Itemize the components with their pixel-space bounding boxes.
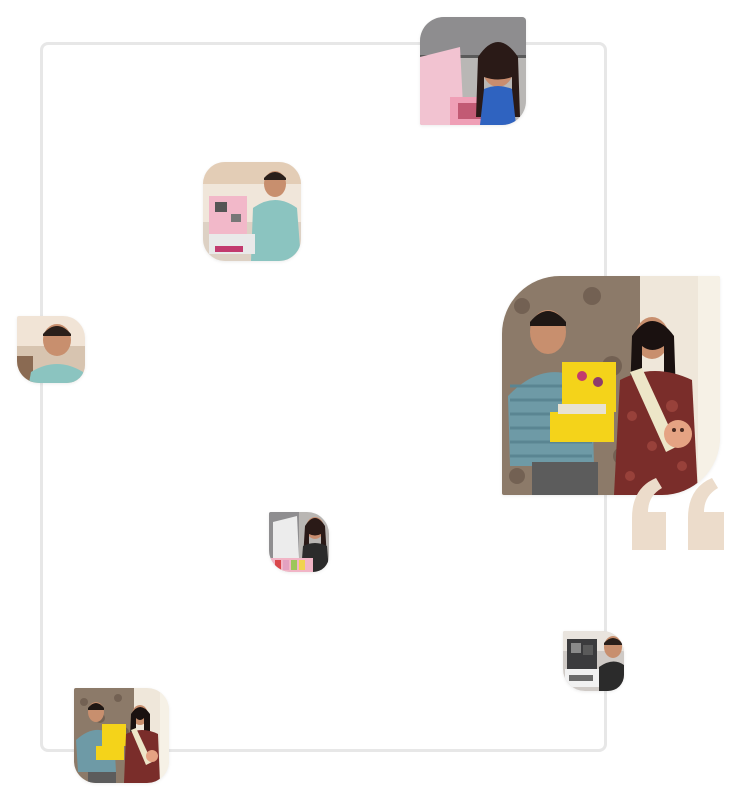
customer-photo-woman-gift-box-small bbox=[269, 512, 329, 572]
quote-mark-icon bbox=[632, 478, 724, 550]
customer-photo-man-portrait bbox=[17, 316, 85, 383]
customer-photo-man-pink-box bbox=[203, 162, 301, 261]
customer-photo-woman-pink-box bbox=[420, 17, 526, 125]
customer-photo-couple-yellow-box-small bbox=[74, 688, 169, 783]
customer-photo-couple-yellow-box bbox=[502, 276, 720, 495]
customer-photo-man-gift-box-small bbox=[563, 631, 624, 691]
